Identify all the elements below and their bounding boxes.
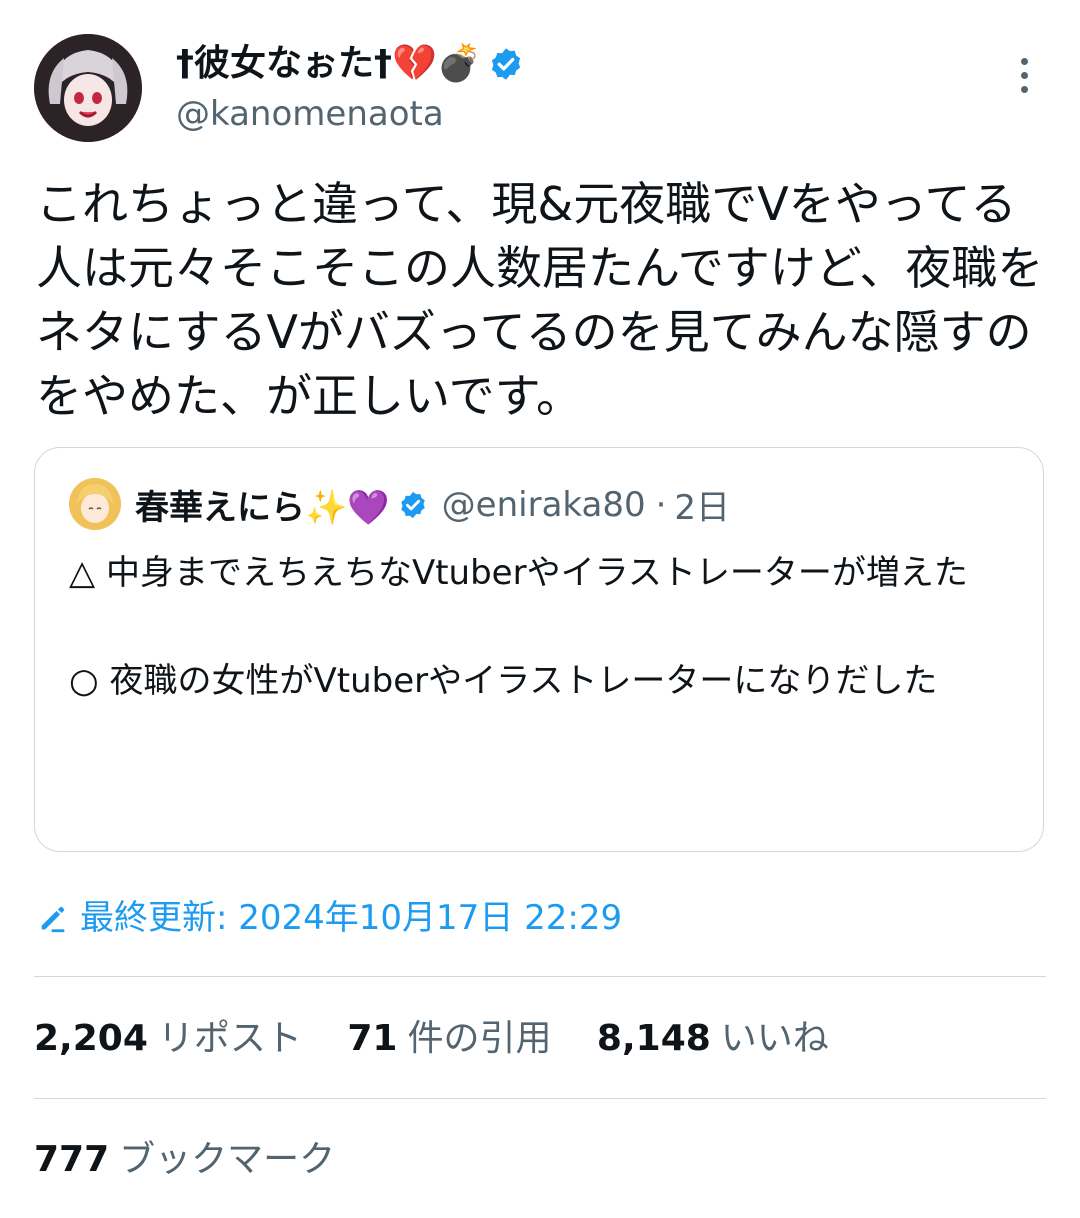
divider [34,1098,1046,1099]
reposts-count: 2,204 [34,1018,148,1059]
avatar-illustration [34,34,142,142]
quoted-author-avatar [69,478,121,530]
likes-stat[interactable]: 8,148 いいね [597,1018,863,1059]
reposts-label: リポスト [157,1018,302,1059]
quoted-time: 2日 [674,488,731,528]
bookmarks-count: 777 [34,1139,110,1180]
more-options-icon[interactable] [1012,58,1036,98]
quoted-tweet-text: △ 中身までえちえちなVtuberやイラストレーターが増えた ○ 夜職の女性がV… [69,553,968,701]
author-avatar[interactable] [34,34,142,142]
divider [34,976,1046,977]
likes-count: 8,148 [596,1018,711,1059]
quoted-tweet-header: 春華えにら✨💜 @eniraka80 · 2日 [135,480,730,529]
verified-badge-icon [400,491,425,518]
author-name-text: †彼女なぉた†💔💣 [176,43,482,84]
engagement-stats: 2,204 リポスト 71 件の引用 8,148 いいね [34,1012,863,1066]
tweet-text: これちょっと違って、現&元夜職でVをやってる人は元々そこそこの人数居たんですけど… [36,177,1044,423]
bookmarks-stat[interactable]: 777 ブックマーク [34,1133,335,1187]
last-updated-link[interactable]: 最終更新: 2024年10月17日 22:29 [36,893,622,943]
quotes-count: 71 [347,1018,398,1059]
quoted-tweet[interactable]: 春華えにら✨💜 @eniraka80 · 2日 △ 中身までえちえちなVtube… [34,447,1044,852]
quoted-separator: · [655,484,667,525]
quoted-avatar-illustration [69,478,121,530]
verified-badge-icon [491,48,520,80]
bookmarks-label: ブックマーク [119,1139,336,1180]
likes-label: いいね [720,1018,829,1059]
reposts-stat[interactable]: 2,204 リポスト [34,1018,347,1059]
quoted-display-name: 春華えにら✨💜 [135,488,390,528]
quotes-stat[interactable]: 71 件の引用 [347,1018,597,1059]
last-updated-text: 最終更新: 2024年10月17日 22:29 [80,898,623,938]
author-display-name[interactable]: †彼女なぉた†💔💣 [176,42,524,86]
quoted-handle: @eniraka80 [441,484,646,525]
edit-pencil-icon [41,906,65,933]
quotes-label: 件の引用 [407,1018,552,1059]
author-handle[interactable]: @kanomenaota [176,92,444,136]
